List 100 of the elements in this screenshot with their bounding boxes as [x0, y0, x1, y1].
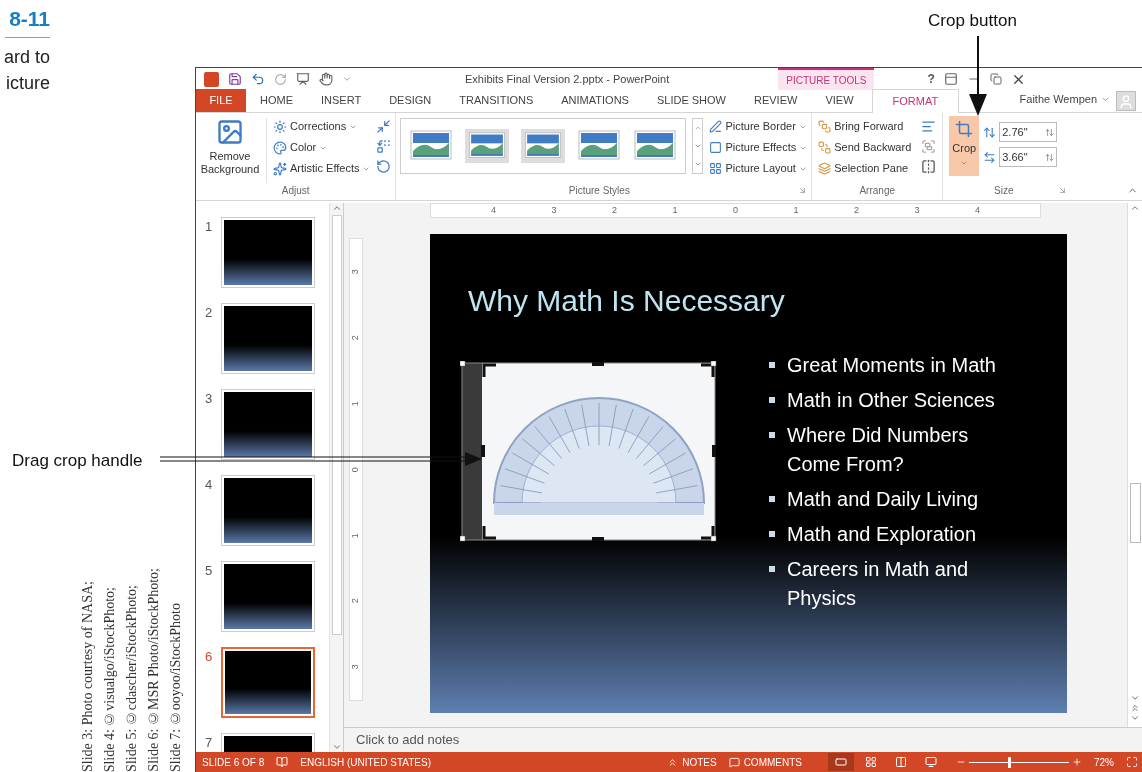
scroll-up-icon	[1130, 203, 1140, 213]
picture-style-thumbnail[interactable]	[577, 129, 622, 163]
caption-text: icture	[6, 71, 50, 95]
slide-thumbnail[interactable]	[221, 217, 315, 288]
size-spinner[interactable]: 3.66"	[999, 147, 1058, 167]
bullet-text[interactable]: Where Did Numbers Come From?	[787, 421, 1019, 479]
zoom-thumb[interactable]	[1007, 756, 1011, 768]
picture-style-thumbnail[interactable]	[409, 129, 454, 163]
palette-icon	[273, 140, 287, 155]
save-icon	[228, 72, 242, 86]
notes-button[interactable]: NOTES	[667, 754, 717, 770]
align-icon	[921, 119, 937, 134]
slide-number: 4	[205, 476, 214, 494]
spell-check-icon	[276, 756, 289, 768]
photo-credit: Slide 5: ©cdascher/iStockPhoto;	[123, 585, 140, 772]
customize-toolbar-icon	[342, 74, 352, 84]
picture-styles-gallery[interactable]	[400, 118, 687, 174]
bullet-marker	[769, 496, 775, 502]
remove-background-button[interactable]: Remove Background	[200, 118, 260, 183]
bullet-text[interactable]: Great Moments in Math	[787, 351, 996, 380]
grid-view-icon	[865, 756, 877, 768]
comment-icon	[728, 756, 740, 768]
picture-style-thumbnail[interactable]	[465, 129, 510, 163]
slide-thumbnail[interactable]	[221, 475, 315, 546]
picture-icon	[216, 118, 244, 146]
cropped-picture-drawing[interactable]	[460, 361, 717, 542]
size-spinner[interactable]: 2.76"	[999, 122, 1058, 142]
bullet-text[interactable]: Careers in Math and Physics	[787, 555, 1019, 613]
bullet-text[interactable]: Math and Daily Living	[787, 485, 979, 514]
slide-thumbnail[interactable]	[221, 561, 315, 632]
ribbon-command[interactable]: Send Backward	[818, 139, 912, 156]
caret-icon	[1101, 95, 1110, 104]
zoom-in-icon	[1072, 757, 1082, 767]
scroll-thumb[interactable]	[1129, 483, 1141, 543]
help-button[interactable]: ?	[927, 70, 935, 88]
slide-number: 6	[205, 648, 214, 666]
slide-title[interactable]: Why Math Is Necessary	[468, 278, 1067, 323]
vertical-ruler: 3 2 1 0 1 2 3	[349, 238, 363, 701]
bring-forward-icon	[818, 120, 832, 133]
ribbon-tab[interactable]: FILE	[196, 89, 246, 112]
ribbon-tab[interactable]: TRANSITIONS	[445, 89, 548, 112]
ribbon-tab[interactable]: DESIGN	[375, 89, 446, 112]
slideshow-icon	[925, 756, 937, 768]
pen-icon	[709, 120, 723, 133]
ribbon-tab[interactable]: SLIDE SHOW	[642, 89, 740, 112]
app-logo-icon	[204, 71, 219, 87]
figure-number: 8-11	[5, 3, 50, 38]
ribbon-tab[interactable]: FORMAT	[871, 89, 960, 113]
ribbon-command[interactable]: Picture Layout	[709, 160, 808, 177]
group-label: Size	[993, 184, 1015, 198]
reset-picture-icon	[376, 159, 392, 174]
view-button[interactable]	[828, 753, 854, 771]
layout-icon	[709, 162, 723, 175]
send-backward-icon	[818, 141, 832, 154]
ribbon-command[interactable]: Picture Effects	[709, 139, 808, 156]
bullet-text[interactable]: Math in Other Sciences	[787, 386, 995, 415]
sun-icon	[273, 119, 287, 134]
ribbon-tab[interactable]: INSERT	[307, 89, 376, 112]
crop-button[interactable]: Crop	[949, 116, 980, 176]
more-icon	[694, 160, 702, 168]
scrollbar[interactable]	[1127, 203, 1142, 727]
zoom-percentage[interactable]: 72%	[1094, 754, 1114, 770]
layers-icon	[818, 162, 832, 175]
slide-thumbnail[interactable]	[221, 303, 315, 374]
scroll-down-icon	[1130, 693, 1140, 703]
undo-icon	[251, 72, 265, 86]
square-icon	[709, 141, 723, 154]
crop-icon	[955, 120, 974, 138]
change-picture-icon	[376, 139, 392, 154]
scrollbar[interactable]	[329, 203, 343, 752]
language-label[interactable]: ENGLISH (UNITED STATES)	[300, 754, 431, 770]
slide-thumbnail[interactable]	[221, 389, 315, 460]
slide-number: 3	[205, 390, 214, 408]
ribbon-tab[interactable]: VIEW	[811, 89, 868, 112]
spinner-arrows-icon	[1045, 127, 1055, 137]
ribbon-command[interactable]: Bring Forward	[818, 118, 912, 135]
notes-placeholder[interactable]: Click to add notes	[356, 730, 460, 750]
ribbon-command[interactable]: Corrections	[273, 118, 371, 135]
ribbon-tab[interactable]: HOME	[246, 89, 307, 112]
ribbon-tab[interactable]: ANIMATIONS	[547, 89, 643, 112]
ribbon-command[interactable]: Color	[273, 139, 371, 156]
ribbon-tab[interactable]: REVIEW	[740, 89, 812, 112]
height-icon	[983, 125, 997, 139]
bullet-text[interactable]: Math and Exploration	[787, 520, 976, 549]
slide-number: 7	[205, 734, 214, 752]
ribbon-command[interactable]: Artistic Effects	[273, 160, 371, 177]
picture-style-thumbnail[interactable]	[633, 129, 678, 163]
ribbon-command[interactable]: Picture Border	[709, 118, 808, 135]
comments-button[interactable]: COMMENTS	[728, 754, 802, 770]
touch-mode-icon	[319, 72, 333, 86]
window-title: Exhibits Final Version 2.pptx - PowerPoint	[465, 71, 670, 87]
picture-style-thumbnail[interactable]	[521, 129, 566, 163]
group-icon	[921, 139, 937, 154]
group-label: Picture Styles	[567, 184, 631, 198]
ribbon-command[interactable]: Selection Pane	[818, 160, 912, 177]
photo-credit: Slide 3: Photo courtesy of NASA;	[79, 581, 96, 772]
callout-label: Drag crop handle	[12, 450, 143, 472]
scroll-thumb[interactable]	[331, 215, 342, 635]
bullet-marker	[769, 362, 775, 368]
slide-thumbnail[interactable]	[221, 647, 315, 718]
